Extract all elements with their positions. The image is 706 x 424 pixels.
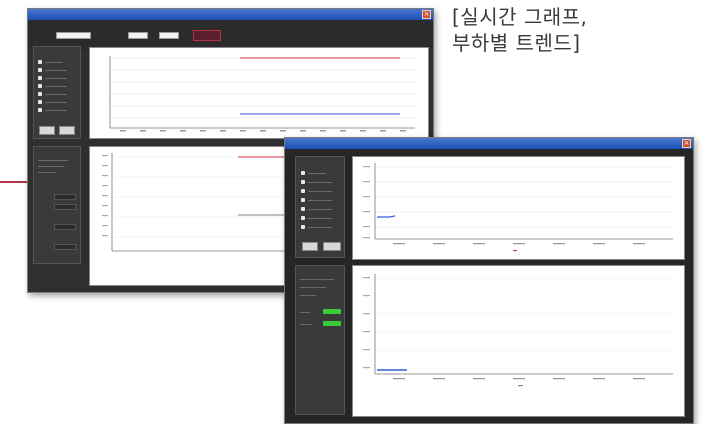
load-label <box>308 191 332 192</box>
value-green-box <box>323 309 341 314</box>
chart-svg <box>109 56 415 132</box>
time-input-2[interactable] <box>159 32 179 39</box>
load-select-panel <box>33 46 81 139</box>
load-checkbox[interactable] <box>38 76 42 80</box>
info-line <box>300 295 316 296</box>
close-icon[interactable]: × <box>422 10 431 19</box>
load-label <box>308 209 332 210</box>
apply-button[interactable] <box>302 242 318 251</box>
load-checkbox[interactable] <box>38 100 42 104</box>
chart-svg <box>363 163 673 252</box>
load-label <box>308 227 332 228</box>
connector-line <box>0 181 27 183</box>
value-green-box <box>323 321 341 326</box>
info-line <box>38 160 68 161</box>
window-titlebar[interactable]: × <box>285 138 693 149</box>
load-label <box>45 102 67 103</box>
time-input[interactable] <box>128 32 148 39</box>
query-button[interactable] <box>193 30 221 41</box>
value-label <box>300 324 312 325</box>
load-checkbox[interactable] <box>301 189 305 193</box>
info-line <box>300 279 334 280</box>
load-checkbox[interactable] <box>38 92 42 96</box>
load-checkbox[interactable] <box>301 171 305 175</box>
load-checkbox[interactable] <box>301 207 305 211</box>
info-line <box>300 287 326 288</box>
apply-button[interactable] <box>39 126 55 135</box>
series-blue-line <box>377 215 396 218</box>
legend-swatch-blue <box>54 224 76 230</box>
load-select-panel <box>295 156 345 258</box>
legend-swatch-red <box>54 204 76 210</box>
load-checkbox[interactable] <box>301 216 305 220</box>
load-label <box>45 110 67 111</box>
load-checkbox[interactable] <box>38 68 42 72</box>
info-line <box>38 166 64 167</box>
load-label <box>308 173 326 174</box>
load-label <box>45 78 67 79</box>
load-label <box>45 70 67 71</box>
close-icon[interactable]: × <box>682 139 691 148</box>
load-label <box>45 62 63 63</box>
load-checkbox[interactable] <box>38 108 42 112</box>
load-checkbox[interactable] <box>301 198 305 202</box>
info-panel <box>295 265 345 415</box>
reset-button[interactable] <box>323 242 341 251</box>
date-input[interactable] <box>56 32 91 39</box>
caption-line-1: [실시간 그래프, <box>452 5 588 29</box>
toolbar <box>28 20 433 50</box>
chart-svg <box>363 274 673 387</box>
load-checkbox[interactable] <box>38 60 42 64</box>
value-label <box>300 312 310 313</box>
load-checkbox[interactable] <box>301 180 305 184</box>
info-panel <box>33 146 81 264</box>
reset-button[interactable] <box>59 126 75 135</box>
load-trend-window: × <box>284 137 694 424</box>
load-label <box>45 86 67 87</box>
trend-chart-bottom <box>352 265 685 417</box>
info-line <box>38 172 56 173</box>
legend-swatch-red <box>54 194 76 200</box>
load-label <box>308 200 332 201</box>
load-label <box>308 182 332 183</box>
window-titlebar[interactable]: × <box>28 9 433 20</box>
realtime-chart-top <box>89 47 429 139</box>
load-label <box>308 218 332 219</box>
caption: [실시간 그래프, 부하별 트렌드] <box>452 4 587 56</box>
load-checkbox[interactable] <box>38 84 42 88</box>
load-label <box>45 94 67 95</box>
caption-line-2: 부하별 트렌드] <box>452 31 581 55</box>
trend-chart-top <box>352 156 685 260</box>
load-checkbox[interactable] <box>301 225 305 229</box>
legend-swatch-yellow <box>54 244 76 250</box>
